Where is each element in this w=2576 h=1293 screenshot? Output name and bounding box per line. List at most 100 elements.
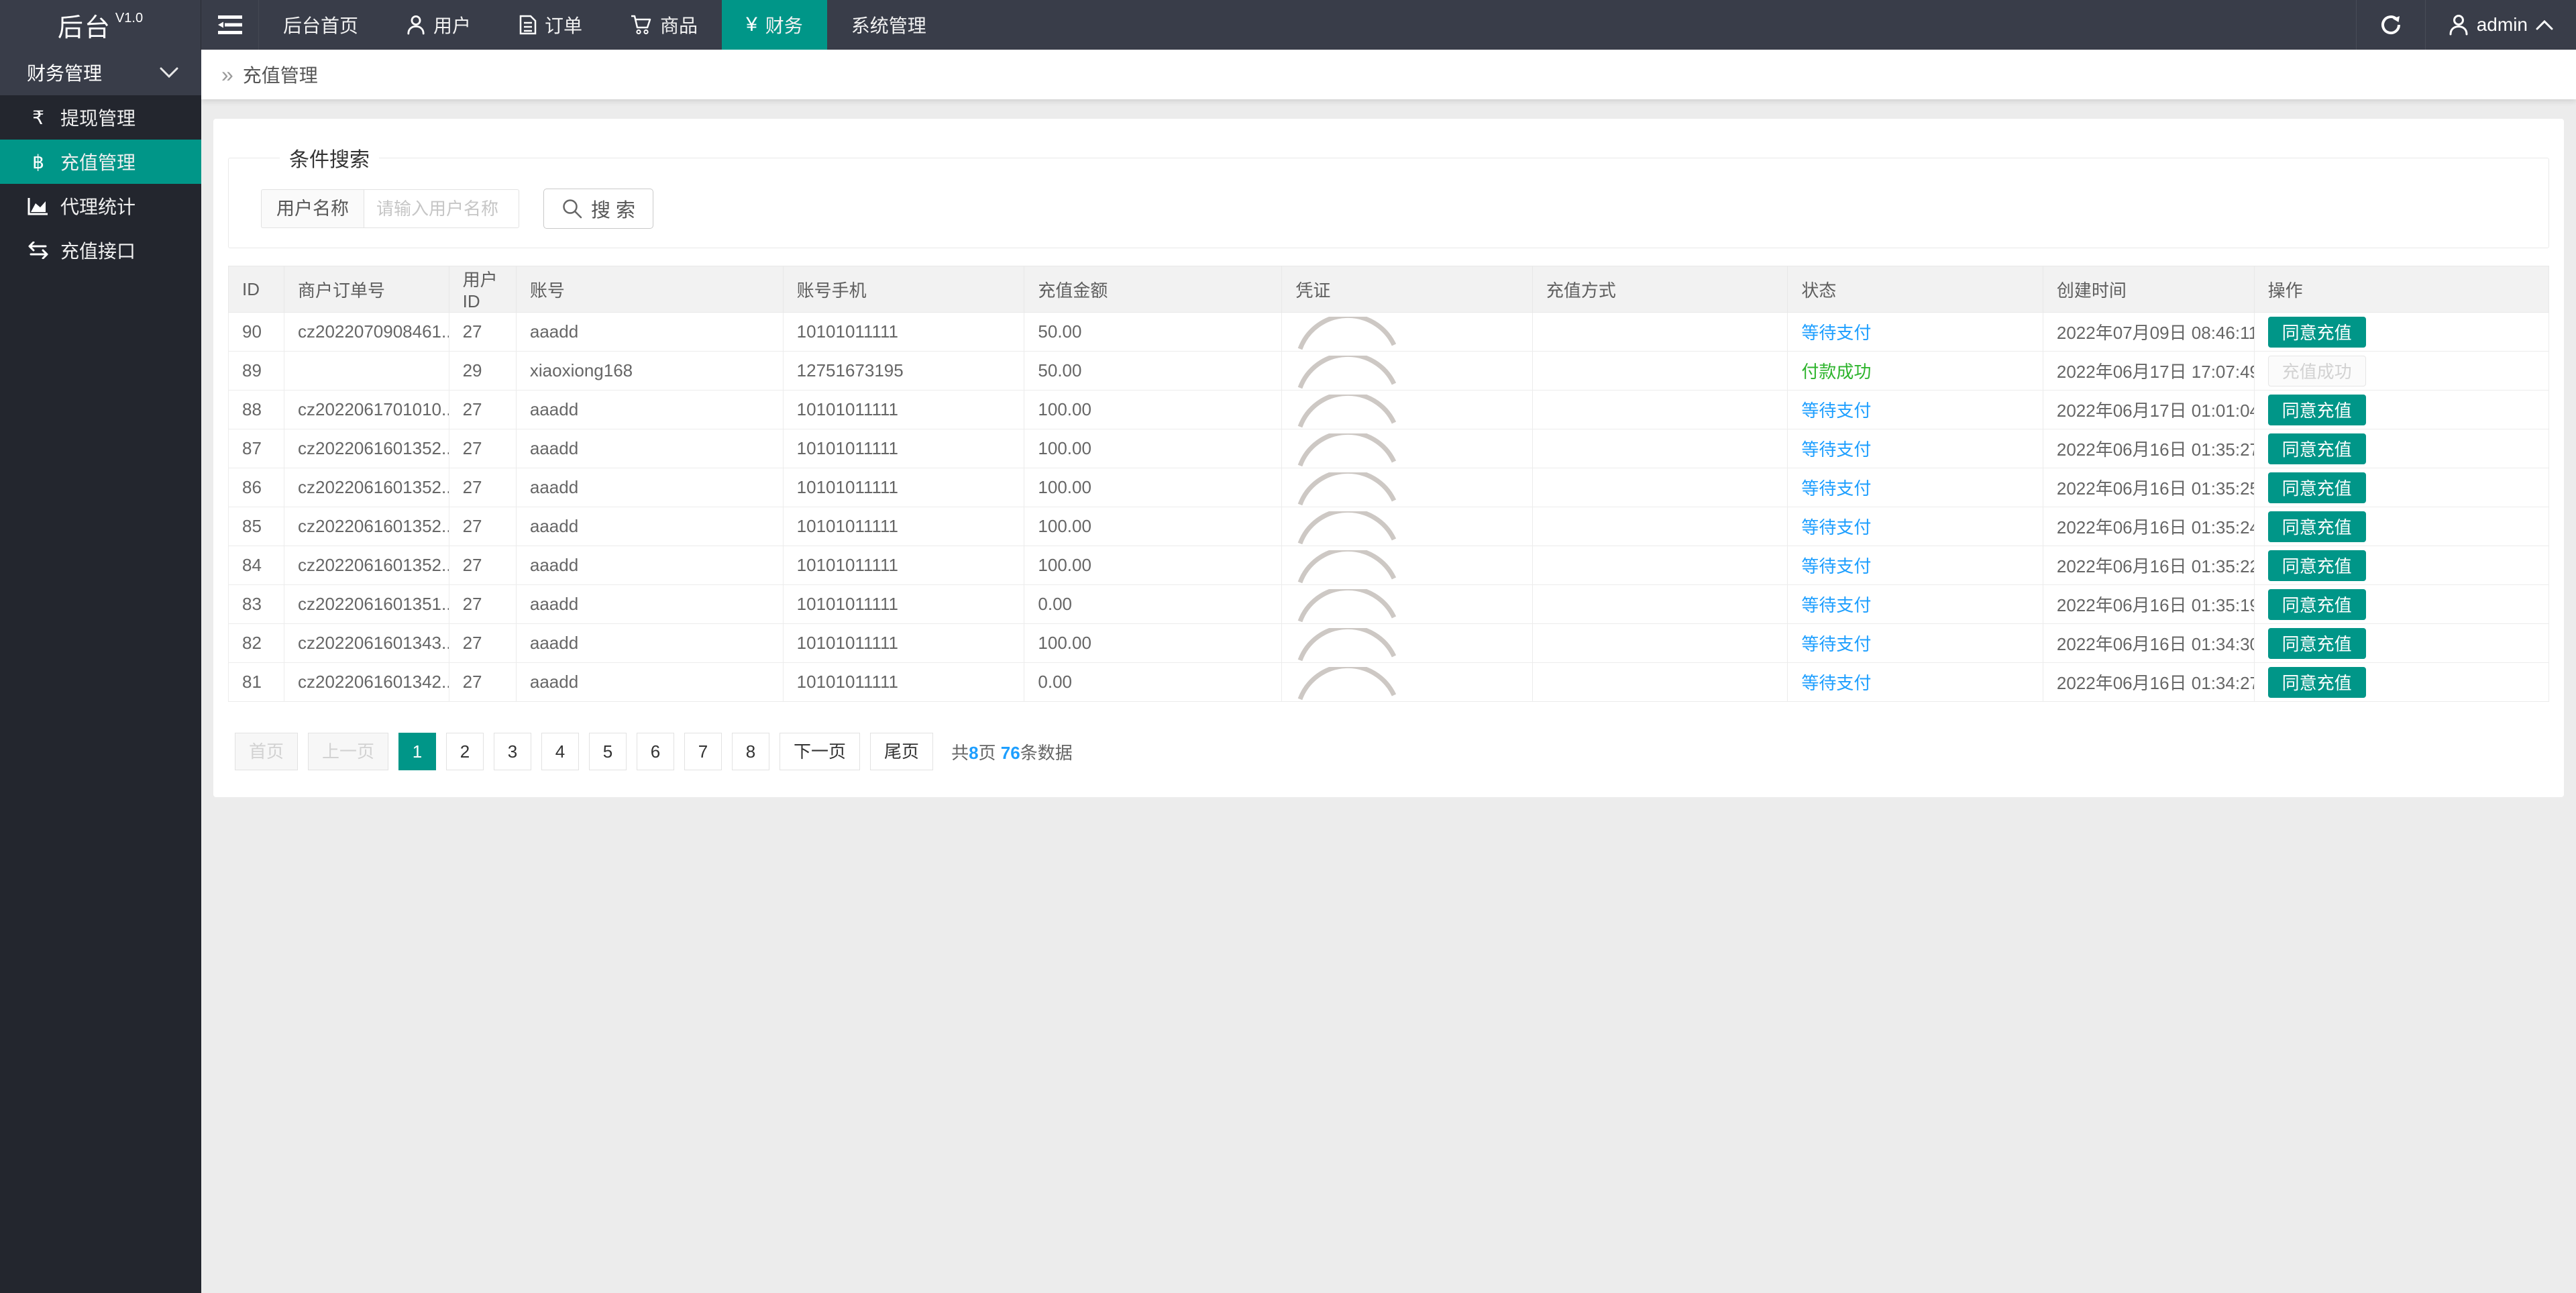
voucher-image[interactable] <box>1295 394 1519 428</box>
cell-status: 等待支付 <box>1787 623 2043 663</box>
approve-recharge-button[interactable]: 同意充值 <box>2267 394 2366 425</box>
approve-recharge-button[interactable]: 同意充值 <box>2267 666 2366 698</box>
cell-phone: 10101011111 <box>782 546 1025 585</box>
page-number-2[interactable]: 2 <box>446 733 484 770</box>
cell-order-no: cz2022061601342... <box>284 662 449 702</box>
table-row: 89 29 xiaoxiong168 12751673195 50.00 付款成功 2022… <box>227 351 2550 391</box>
search-button[interactable]: 搜 索 <box>543 189 654 229</box>
top-navbar: 后台 V1.0 后台首页 用户 订单 商品 ¥ 财务 系统管理 admin <box>0 0 2576 50</box>
approve-recharge-button[interactable]: 同意充值 <box>2267 472 2366 503</box>
voucher-image[interactable] <box>1295 433 1519 467</box>
pagination: 首页 上一页 1 2 3 4 5 6 7 8 下一页 尾页 共8页 76条数据 <box>235 733 2549 770</box>
cell-id: 87 <box>227 429 285 468</box>
page-number-5[interactable]: 5 <box>589 733 627 770</box>
topnav-item-home[interactable]: 后台首页 <box>259 0 382 50</box>
page-last-button[interactable]: 尾页 <box>870 733 934 770</box>
topnav-item-system[interactable]: 系统管理 <box>827 0 951 50</box>
sidebar-item-label: 提现管理 <box>60 108 136 129</box>
approve-recharge-button[interactable]: 同意充值 <box>2267 627 2366 659</box>
status-badge: 等待支付 <box>1801 323 1872 343</box>
topnav-item-label: 后台首页 <box>283 15 359 36</box>
cell-voucher <box>1281 507 1533 546</box>
user-menu[interactable]: admin <box>2424 0 2576 50</box>
sidebar-item-recharge[interactable]: ฿ 充值管理 <box>0 140 201 184</box>
column-header: 账号 <box>515 266 784 313</box>
approve-recharge-button[interactable]: 同意充值 <box>2267 588 2366 620</box>
topnav-item-label: 系统管理 <box>851 15 926 36</box>
topnav-item-orders[interactable]: 订单 <box>495 0 606 50</box>
voucher-image[interactable] <box>1295 588 1519 623</box>
sidebar-toggle-icon[interactable] <box>201 0 259 50</box>
cell-phone: 10101011111 <box>782 623 1025 663</box>
refresh-button[interactable] <box>2355 0 2425 50</box>
cell-user-id: 27 <box>448 546 517 585</box>
page-number-4[interactable]: 4 <box>541 733 580 770</box>
cell-id: 90 <box>227 312 285 352</box>
sidebar-item-withdraw[interactable]: ₹ 提现管理 <box>0 95 201 140</box>
person-icon <box>407 15 425 35</box>
page-number-1[interactable]: 1 <box>398 733 437 770</box>
topnav-item-label: 财务 <box>765 15 803 36</box>
voucher-image[interactable] <box>1295 472 1519 506</box>
cell-order-no: cz2022061601352... <box>284 546 449 585</box>
cell-user-id: 29 <box>448 351 517 391</box>
cell-action: 同意充值 <box>2253 507 2550 546</box>
cell-phone: 10101011111 <box>782 468 1025 507</box>
cell-method <box>1532 623 1788 663</box>
cell-amount: 100.00 <box>1024 429 1283 468</box>
cell-created: 2022年06月16日 01:35:27 <box>2042 429 2255 468</box>
cell-order-no: cz2022061601343... <box>284 623 449 663</box>
cell-status: 等待支付 <box>1787 546 2043 585</box>
sidebar-item-label: 充值接口 <box>60 241 136 262</box>
cell-phone: 10101011111 <box>782 429 1025 468</box>
voucher-image[interactable] <box>1295 666 1519 701</box>
cell-user-id: 27 <box>448 507 517 546</box>
cell-user-id: 27 <box>448 662 517 702</box>
approve-recharge-button[interactable]: 同意充值 <box>2267 511 2366 542</box>
cell-voucher <box>1281 390 1533 429</box>
top-nav: 后台首页 用户 订单 商品 ¥ 财务 系统管理 <box>259 0 2356 50</box>
page-number-8[interactable]: 8 <box>732 733 770 770</box>
sidebar-item-agent-stats[interactable]: 代理统计 <box>0 184 201 228</box>
sidebar-group-finance[interactable]: 财务管理 <box>0 50 201 95</box>
status-badge: 等待支付 <box>1801 673 1872 693</box>
cell-account: aaadd <box>515 584 784 624</box>
search-fieldset: 条件搜索 用户名称 搜 索 <box>228 143 2549 248</box>
cell-order-no: cz2022061601351... <box>284 584 449 624</box>
approve-recharge-button[interactable]: 同意充值 <box>2267 433 2366 464</box>
cell-amount: 50.00 <box>1024 312 1283 352</box>
column-header: 充值金额 <box>1024 266 1283 313</box>
cell-order-no: cz2022061601352... <box>284 429 449 468</box>
page-number-7[interactable]: 7 <box>684 733 722 770</box>
cell-action: 充值成功 <box>2253 351 2550 391</box>
sidebar-item-recharge-api[interactable]: 充值接口 <box>0 228 201 272</box>
topnav-item-goods[interactable]: 商品 <box>606 0 722 50</box>
voucher-image[interactable] <box>1295 316 1519 350</box>
topnav-item-label: 订单 <box>545 15 583 36</box>
username-search-input[interactable] <box>364 189 519 228</box>
topnav-item-label: 商品 <box>660 15 698 36</box>
page-number-6[interactable]: 6 <box>637 733 675 770</box>
cell-voucher <box>1281 584 1533 624</box>
cell-amount: 100.00 <box>1024 546 1283 585</box>
voucher-image[interactable] <box>1295 627 1519 662</box>
voucher-image[interactable] <box>1295 355 1519 389</box>
status-badge: 等待支付 <box>1801 595 1872 615</box>
cell-voucher <box>1281 623 1533 663</box>
page-number-3[interactable]: 3 <box>494 733 532 770</box>
topnav-item-finance[interactable]: ¥ 财务 <box>722 0 827 50</box>
cell-amount: 100.00 <box>1024 507 1283 546</box>
voucher-image[interactable] <box>1295 511 1519 545</box>
topnav-item-users[interactable]: 用户 <box>382 0 495 50</box>
cell-method <box>1532 507 1788 546</box>
approve-recharge-button[interactable]: 同意充值 <box>2267 550 2366 581</box>
status-badge: 等待支付 <box>1801 556 1872 576</box>
voucher-image[interactable] <box>1295 550 1519 584</box>
approve-recharge-button[interactable]: 同意充值 <box>2267 316 2366 348</box>
cell-action: 同意充值 <box>2253 390 2550 429</box>
status-badge: 等待支付 <box>1801 634 1872 654</box>
page-next-button[interactable]: 下一页 <box>780 733 861 770</box>
cell-account: aaadd <box>515 507 784 546</box>
cell-method <box>1532 546 1788 585</box>
cell-account: aaadd <box>515 662 784 702</box>
